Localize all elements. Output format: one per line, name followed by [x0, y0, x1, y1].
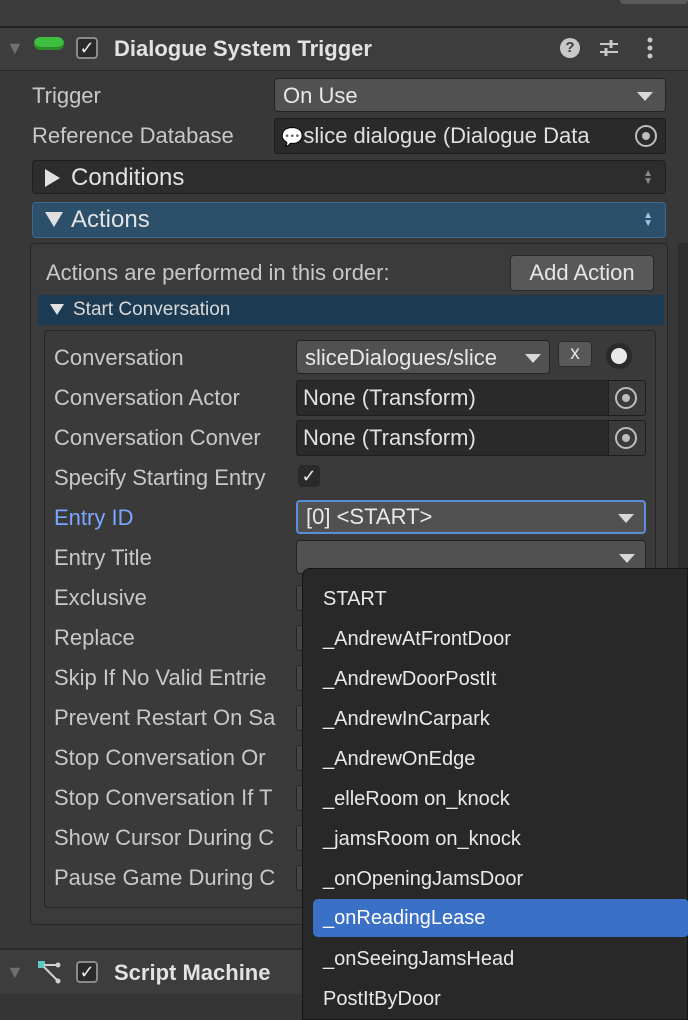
prevent-restart-label: Prevent Restart On Sa [54, 705, 276, 730]
component-enabled-checkbox[interactable]: ✓ [76, 37, 98, 59]
top-strip [0, 0, 688, 28]
conversation-value: sliceDialogues/slice [305, 345, 497, 370]
conversation-conversant-field[interactable]: None (Transform) [296, 420, 646, 456]
conversation-dropdown[interactable]: sliceDialogues/slice [296, 340, 550, 374]
entry-id-label: Entry ID [54, 505, 134, 530]
clear-conversation-button[interactable]: x [558, 341, 592, 367]
conversation-actor-label: Conversation Actor [54, 385, 240, 410]
stop-conversation-on-label: Stop Conversation Or [54, 745, 266, 770]
foldout-arrow-icon[interactable]: ▼ [6, 39, 24, 57]
actions-label: Actions [71, 206, 150, 233]
entry-dropdown-menu: START _AndrewAtFrontDoor _AndrewDoorPost… [302, 568, 688, 1020]
script-graph-icon [38, 961, 61, 984]
reference-database-field[interactable]: 💬slice dialogue (Dialogue Data [274, 118, 666, 154]
dialogue-database-icon: 💬 [281, 127, 304, 147]
menu-item[interactable]: START [323, 588, 387, 611]
conversation-conversant-label: Conversation Conver [54, 425, 261, 450]
menu-item-selected[interactable]: _onReadingLease [313, 899, 688, 937]
actions-info-text: Actions are performed in this order: [46, 260, 390, 285]
skip-if-no-valid-entries-label: Skip If No Valid Entrie [54, 665, 267, 690]
start-conversation-title: Start Conversation [73, 299, 231, 320]
menu-item[interactable]: _jamsRoom on_knock [323, 828, 521, 851]
entry-id-value: [0] <START> [306, 504, 433, 529]
collapse-arrow-icon [45, 212, 63, 227]
menu-item[interactable]: PostItByDoor [323, 988, 441, 1011]
record-icon[interactable] [606, 343, 632, 369]
chevron-down-icon [525, 354, 541, 363]
menu-item[interactable]: _AndrewDoorPostIt [323, 668, 496, 691]
entry-title-label: Entry Title [54, 545, 152, 570]
add-action-button[interactable]: Add Action [510, 255, 654, 291]
chevron-down-icon [637, 92, 653, 101]
component-badge-icon [34, 37, 64, 50]
replace-label: Replace [54, 625, 135, 650]
menu-item[interactable]: _onOpeningJamsDoor [323, 868, 523, 891]
show-cursor-label: Show Cursor During C [54, 825, 275, 850]
exclusive-label: Exclusive [54, 585, 147, 610]
component-title: Dialogue System Trigger [114, 36, 372, 61]
start-conversation-header[interactable]: Start Conversation [38, 295, 664, 325]
more-options-icon[interactable] [640, 36, 660, 60]
specify-starting-entry-checkbox[interactable]: ✓ [298, 465, 320, 487]
help-icon[interactable]: ? [560, 38, 580, 58]
foldout-arrow-icon[interactable]: ▼ [6, 963, 24, 981]
reorder-icon: ▲ ▼ [643, 210, 653, 229]
menu-item[interactable]: _AndrewAtFrontDoor [323, 628, 511, 651]
menu-item[interactable]: _AndrewOnEdge [323, 748, 475, 771]
specify-starting-entry-label: Specify Starting Entry [54, 465, 266, 490]
entry-id-dropdown[interactable]: [0] <START> [296, 500, 646, 534]
script-machine-title: Script Machine [114, 960, 271, 985]
actions-foldout[interactable]: Actions ▲ ▼ [32, 202, 666, 238]
conversation-conversant-value: None (Transform) [303, 425, 476, 450]
conversation-actor-value: None (Transform) [303, 385, 476, 410]
conversation-actor-field[interactable]: None (Transform) [296, 380, 646, 416]
stop-conversation-if-label: Stop Conversation If T [54, 785, 273, 810]
reorder-icon: ▲ ▼ [643, 168, 653, 187]
pause-game-label: Pause Game During C [54, 865, 276, 890]
trigger-value: On Use [283, 83, 358, 108]
reference-database-label: Reference Database [32, 123, 234, 148]
object-picker-icon[interactable] [635, 125, 657, 147]
menu-item[interactable]: _onSeeingJamsHead [323, 948, 514, 971]
presets-icon[interactable] [598, 37, 620, 59]
conditions-label: Conditions [71, 164, 185, 191]
script-machine-enabled-checkbox[interactable]: ✓ [76, 961, 98, 983]
component-header[interactable]: ▼ ✓ Dialogue System Trigger ? [0, 28, 688, 71]
scrollbar[interactable] [678, 243, 688, 573]
chevron-down-icon [619, 554, 635, 563]
menu-item[interactable]: _AndrewInCarpark [323, 708, 490, 731]
trigger-dropdown[interactable]: On Use [274, 78, 666, 112]
chevron-down-icon [618, 514, 634, 523]
menu-item[interactable]: _elleRoom on_knock [323, 788, 510, 811]
expand-arrow-icon [45, 169, 60, 187]
conditions-foldout[interactable]: Conditions ▲ ▼ [32, 160, 666, 194]
conversation-label: Conversation [54, 345, 184, 370]
trigger-label: Trigger [32, 83, 101, 108]
object-picker-icon[interactable] [615, 387, 637, 409]
collapse-arrow-icon [50, 304, 64, 315]
reference-database-value: slice dialogue (Dialogue Data [303, 123, 590, 148]
object-picker-icon[interactable] [615, 427, 637, 449]
